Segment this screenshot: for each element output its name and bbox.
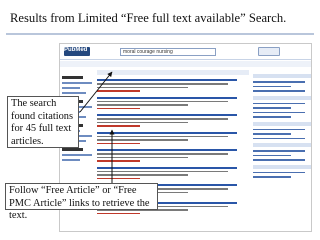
list-item[interactable] (97, 96, 249, 109)
sidebar-link[interactable] (253, 81, 306, 83)
screenshot-header: PubMed moral courage nursing (60, 44, 311, 60)
sidebar-link[interactable] (253, 85, 291, 87)
sidebar-panel-heading (253, 74, 311, 78)
sidebar-link[interactable] (253, 107, 291, 109)
filter-link[interactable] (62, 82, 92, 84)
pubmed-logo-text: PubMed (64, 47, 88, 53)
free-article-link[interactable] (97, 177, 140, 179)
sidebar-panel-heading (253, 143, 311, 147)
list-item[interactable] (97, 131, 249, 144)
title-divider (6, 33, 314, 35)
filter-heading (62, 76, 83, 79)
filter-heading (62, 148, 83, 151)
sidebar-link[interactable] (253, 137, 306, 139)
sidebar-link[interactable] (253, 111, 306, 113)
list-item[interactable] (97, 114, 249, 127)
callout-follow: Follow “Free Article” or “Free PMC Artic… (5, 183, 158, 221)
sidebar-link[interactable] (253, 159, 306, 161)
free-article-link[interactable] (97, 142, 140, 144)
sidebar-link[interactable] (253, 171, 306, 173)
sidebar-link[interactable] (253, 90, 306, 92)
sidebar-link[interactable] (253, 102, 306, 104)
slide-title: Results from Limited “Free full text ava… (10, 11, 287, 25)
list-item[interactable] (97, 79, 249, 92)
filter-link[interactable] (62, 87, 80, 89)
free-article-link[interactable] (97, 160, 140, 162)
list-item[interactable] (97, 166, 249, 179)
free-article-link[interactable] (97, 107, 140, 109)
free-article-link[interactable] (97, 90, 140, 92)
sidebar-panel-heading (253, 164, 311, 169)
screenshot-tabs (60, 61, 311, 67)
free-article-link[interactable] (97, 212, 140, 214)
search-button[interactable] (258, 47, 280, 56)
sidebar-link[interactable] (253, 176, 291, 178)
sidebar-link[interactable] (253, 116, 291, 118)
filter-link[interactable] (62, 159, 80, 161)
sidebar-link[interactable] (253, 150, 306, 152)
sidebar-panel-heading (253, 121, 311, 126)
sidebar-panel-heading (253, 95, 311, 100)
sidebar-link[interactable] (253, 154, 291, 156)
sidebar-link[interactable] (253, 128, 306, 130)
free-article-link[interactable] (97, 125, 140, 127)
filter-link[interactable] (62, 154, 92, 156)
results-toolbar (97, 70, 249, 75)
sidebar-link[interactable] (253, 133, 291, 135)
right-sidebar (253, 70, 311, 230)
search-input[interactable]: moral courage nursing (120, 48, 216, 56)
filter-link[interactable] (62, 92, 86, 94)
list-item[interactable] (97, 149, 249, 162)
callout-found: The search found citations for 45 full t… (7, 96, 79, 148)
